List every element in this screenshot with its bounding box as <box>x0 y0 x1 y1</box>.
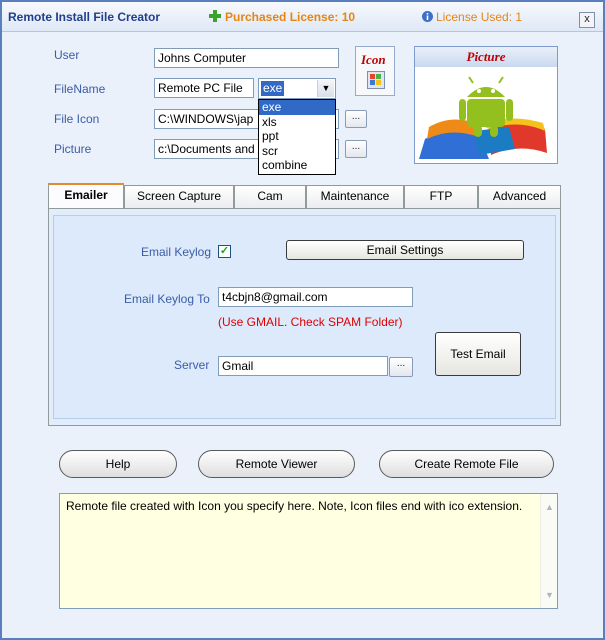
file-icon-preview-icon <box>367 71 385 89</box>
app-window: Remote Install File Creator Purchased Li… <box>0 0 605 640</box>
info-icon <box>422 11 433 22</box>
picture-preview[interactable]: Picture <box>414 46 558 164</box>
file-icon-label: File Icon <box>54 112 100 126</box>
server-label: Server <box>174 358 210 372</box>
description-scrollbar[interactable]: ▲ ▼ <box>540 494 557 608</box>
description-box[interactable]: Remote file created with Icon you specif… <box>59 493 558 609</box>
filename-label: FileName <box>54 82 106 96</box>
tab-maintenance[interactable]: Maintenance <box>306 185 404 208</box>
filetype-select[interactable]: exe ▼ <box>258 78 336 99</box>
dropdown-option[interactable]: xls <box>259 115 335 130</box>
license-used: License Used: 1 <box>436 10 523 24</box>
scroll-down-icon[interactable]: ▼ <box>543 588 556 602</box>
picture-browse-button[interactable]: ... <box>345 140 367 158</box>
app-title: Remote Install File Creator <box>8 10 161 24</box>
user-field[interactable]: Johns Computer <box>154 48 339 68</box>
chevron-down-icon[interactable]: ▼ <box>317 80 334 97</box>
purchased-license: Purchased License: 10 <box>225 10 356 24</box>
title-bar: Remote Install File Creator Purchased Li… <box>2 2 603 32</box>
dropdown-option[interactable]: combine <box>259 158 335 173</box>
server-field[interactable]: Gmail <box>218 356 388 376</box>
tab-cam[interactable]: Cam <box>234 185 306 208</box>
tab-advanced[interactable]: Advanced <box>478 185 561 208</box>
email-keylog-checkbox[interactable]: ✓ <box>218 245 231 258</box>
email-keylog-to-label: Email Keylog To <box>124 292 210 306</box>
email-settings-button[interactable]: Email Settings <box>286 240 524 260</box>
description-text: Remote file created with Icon you specif… <box>66 499 523 513</box>
scroll-up-icon[interactable]: ▲ <box>543 500 556 514</box>
dropdown-option[interactable]: exe <box>259 100 335 115</box>
tab-screen-capture[interactable]: Screen Capture <box>124 185 234 208</box>
server-browse-button[interactable]: ... <box>389 357 413 377</box>
help-button[interactable]: Help <box>59 450 177 478</box>
plus-icon <box>209 10 221 22</box>
close-button[interactable]: x <box>579 12 595 28</box>
filetype-selected: exe <box>261 81 285 96</box>
dropdown-option[interactable]: ppt <box>259 129 335 144</box>
gmail-note: (Use GMAIL. Check SPAM Folder) <box>218 315 403 329</box>
tab-ftp[interactable]: FTP <box>404 185 478 208</box>
file-icon-browse-button[interactable]: ... <box>345 110 367 128</box>
email-keylog-label: Email Keylog <box>141 245 212 259</box>
tab-emailer[interactable]: Emailer <box>48 183 124 208</box>
icon-preview-label: Icon <box>361 52 386 67</box>
test-email-button[interactable]: Test Email <box>435 332 521 376</box>
picture-label: Picture <box>54 142 92 156</box>
picture-preview-label: Picture <box>415 47 557 67</box>
filetype-dropdown[interactable]: exe xls ppt scr combine <box>258 99 336 175</box>
user-label: User <box>54 48 80 62</box>
remote-viewer-button[interactable]: Remote Viewer <box>198 450 355 478</box>
create-remote-file-button[interactable]: Create Remote File <box>379 450 554 478</box>
android-logo-icon <box>419 76 547 159</box>
icon-preview[interactable]: Icon <box>355 46 395 96</box>
dropdown-option[interactable]: scr <box>259 144 335 159</box>
email-keylog-to-field[interactable]: t4cbjn8@gmail.com <box>218 287 413 307</box>
filename-field[interactable]: Remote PC File <box>154 78 254 98</box>
